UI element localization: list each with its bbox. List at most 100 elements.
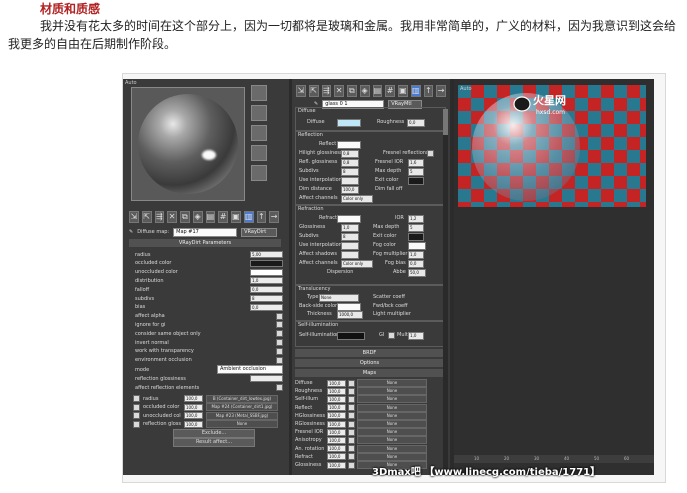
unoccluded-color-swatch[interactable] <box>250 268 283 276</box>
uv-tiling-button[interactable] <box>251 145 267 161</box>
refl-param-field[interactable]: 0,8 <box>341 150 359 158</box>
refr-param-field[interactable] <box>341 251 359 259</box>
param-field[interactable]: 1,0 <box>250 277 283 285</box>
background-button[interactable] <box>251 125 267 141</box>
video-check-button[interactable] <box>251 165 267 181</box>
refr-exit-color-swatch[interactable] <box>408 233 424 241</box>
map-row-amount[interactable]: 100,0 <box>327 420 346 428</box>
timeline[interactable]: 10 20 30 40 50 60 <box>454 455 654 463</box>
type-dropdown[interactable]: None <box>319 294 359 302</box>
picker-icon[interactable]: ✎ <box>129 229 133 235</box>
fresnel-ior-field[interactable]: 1,6 <box>408 159 424 167</box>
render-viewport[interactable]: 火星网 hxsd.com Auto <box>458 85 646 207</box>
param-checkbox[interactable] <box>276 312 283 320</box>
map-row-amount[interactable]: 100,0 <box>327 428 346 436</box>
map-row-amount[interactable]: 100,0 <box>327 379 346 387</box>
map-row-amount[interactable]: 100,0 <box>327 387 346 395</box>
get-material-icon-2[interactable]: ⇲ <box>296 85 306 97</box>
options-rollout[interactable]: Options <box>295 359 444 367</box>
refl-param-field[interactable]: 8 <box>341 168 359 176</box>
self-illum-swatch[interactable] <box>337 332 365 340</box>
dirt-map-checkbox[interactable] <box>133 420 140 428</box>
refl-param-field[interactable] <box>341 177 359 185</box>
map-row-checkbox[interactable] <box>348 453 355 461</box>
unique-icon[interactable]: ◈ <box>192 211 203 223</box>
map-row-button[interactable]: None <box>357 436 427 445</box>
refr-param-field[interactable]: 8 <box>341 233 359 241</box>
library-icon[interactable]: ▤ <box>205 211 216 223</box>
dirt-map-checkbox[interactable] <box>133 412 140 419</box>
mult-field[interactable]: 1,0 <box>408 332 424 340</box>
map-row-button[interactable]: None <box>357 379 427 387</box>
fresnel-checkbox[interactable] <box>427 150 434 157</box>
refract-swatch[interactable] <box>337 215 361 223</box>
dirt-map-amount[interactable]: 100,0 <box>184 395 203 402</box>
refr-param-field[interactable] <box>341 242 359 250</box>
show-end-icon-2[interactable]: ▥ <box>410 85 421 97</box>
dirt-map-button[interactable]: Map #23 (Metal_SSBF.jpg) <box>206 411 278 420</box>
occluded-color-swatch[interactable] <box>250 259 283 267</box>
show-map-icon[interactable]: ▣ <box>231 211 241 223</box>
param-checkbox[interactable] <box>276 330 283 338</box>
dirt-map-amount[interactable]: 100,0 <box>184 412 203 419</box>
map-row-checkbox[interactable] <box>348 436 355 444</box>
dirt-map-amount[interactable]: 100,0 <box>184 420 203 428</box>
backlight-button[interactable] <box>251 105 267 121</box>
param-field[interactable]: 8 <box>250 295 283 302</box>
reflect-swatch[interactable] <box>337 141 361 149</box>
vraydirt-rollout-title[interactable]: VRayDirt Parameters <box>129 239 281 247</box>
sample-type-button[interactable] <box>251 85 267 101</box>
exit-color-swatch[interactable] <box>408 177 424 185</box>
map-row-amount[interactable]: 100,0 <box>327 404 346 412</box>
ior-field[interactable]: 1,2 <box>408 215 424 223</box>
map-row-checkbox[interactable] <box>348 379 355 387</box>
map-row-amount[interactable]: 100,0 <box>327 453 346 461</box>
diffuse-swatch[interactable] <box>337 119 361 127</box>
brdf-rollout[interactable]: BRDF <box>295 349 444 357</box>
param-field[interactable]: 5,00 <box>250 251 283 258</box>
refl-param-field[interactable]: 0,8 <box>341 159 359 167</box>
copy-icon-2[interactable]: ⧉ <box>347 85 357 97</box>
map-row-amount[interactable]: 100,0 <box>327 412 346 420</box>
material-id-icon[interactable]: # <box>218 211 228 223</box>
assign-icon[interactable]: ⇶ <box>154 211 165 223</box>
refr-param-field[interactable]: 1,0 <box>341 224 359 232</box>
param-field[interactable]: 0,0 <box>250 303 283 311</box>
param-checkbox[interactable] <box>276 347 283 355</box>
library-icon-2[interactable]: ▤ <box>372 85 383 97</box>
material-id-icon-2[interactable]: # <box>385 85 395 97</box>
map-row-amount[interactable]: 100,0 <box>327 445 346 453</box>
delete-icon[interactable]: ✕ <box>167 211 177 223</box>
put-to-scene-icon[interactable]: ⇱ <box>141 211 152 223</box>
map-row-button[interactable]: None <box>357 395 427 404</box>
map-row-button[interactable]: None <box>357 411 427 420</box>
param-checkbox[interactable] <box>276 339 283 346</box>
map-row-checkbox[interactable] <box>348 428 355 436</box>
map-row-button[interactable]: None <box>357 452 427 461</box>
back-side-color-swatch[interactable] <box>337 303 361 311</box>
center-scrollbar[interactable] <box>443 109 448 469</box>
map-row-button[interactable]: None <box>357 403 427 412</box>
thickness-field[interactable]: 1000,0 <box>337 311 363 319</box>
go-parent-icon-2[interactable]: ↑ <box>423 85 434 97</box>
gi-checkbox[interactable] <box>388 332 395 339</box>
fog-color-swatch[interactable] <box>408 242 426 250</box>
mode-dropdown[interactable]: Ambient occlusion <box>217 365 283 374</box>
roughness-field[interactable]: 0,0 <box>407 119 425 127</box>
map-row-amount[interactable]: 100,0 <box>327 461 346 469</box>
dirt-map-checkbox[interactable] <box>133 395 140 402</box>
fog-bias-field[interactable]: 0,0 <box>408 260 424 268</box>
get-material-icon[interactable]: ⇲ <box>129 211 139 223</box>
lower-viewport[interactable] <box>454 209 654 475</box>
map-row-amount[interactable]: 100,0 <box>327 436 346 444</box>
assign-icon-2[interactable]: ⇶ <box>321 85 332 97</box>
abbe-field[interactable]: 50,0 <box>408 269 426 277</box>
map-row-checkbox[interactable] <box>348 395 355 403</box>
param-checkbox[interactable] <box>276 356 283 364</box>
fog-multiplier-field[interactable]: 1,0 <box>408 251 424 259</box>
scrollbar-thumb[interactable] <box>443 109 448 135</box>
map-row-button[interactable]: None <box>357 387 427 396</box>
map-row-checkbox[interactable] <box>348 387 355 395</box>
go-parent-icon[interactable]: ↑ <box>256 211 267 223</box>
refl-param-field[interactable]: 100,0 <box>341 186 359 194</box>
